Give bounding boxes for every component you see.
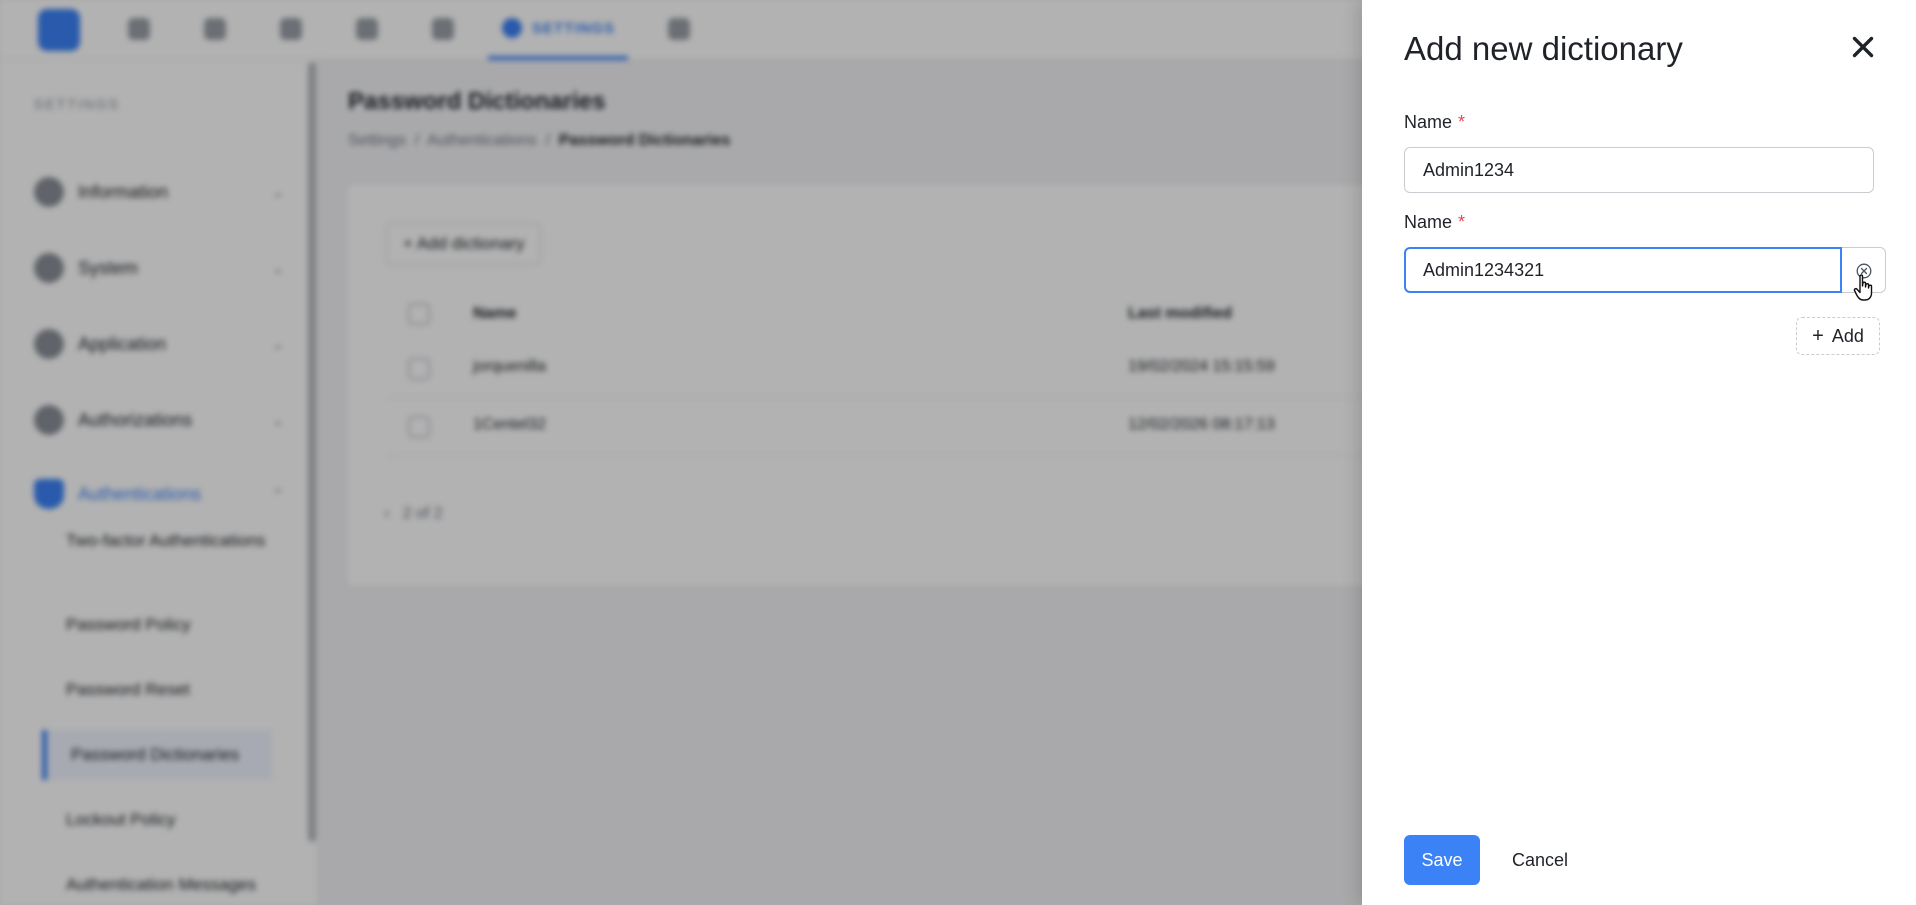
drawer-title: Add new dictionary [1404,30,1683,67]
cancel-button[interactable]: Cancel [1498,835,1582,885]
name-input-2[interactable] [1404,247,1842,293]
add-field-label: Add [1831,325,1864,346]
add-dictionary-drawer: Add new dictionary Name* Name* + Add Sav… [1362,0,1916,905]
name-input-1[interactable] [1404,147,1874,193]
save-button[interactable]: Save [1404,835,1480,885]
required-asterisk: * [1458,112,1466,132]
close-button[interactable] [1846,30,1880,64]
field-label-text: Name [1404,212,1453,232]
add-field-button[interactable]: + Add [1796,317,1880,355]
name-field-label: Name * [1404,212,1465,233]
close-icon [1852,36,1874,58]
required-asterisk: * [1458,212,1466,232]
name-field-label: Name * [1404,112,1465,133]
plus-icon: + [1812,325,1824,347]
field-label-text: Name [1404,112,1453,132]
circle-x-icon [1856,263,1872,279]
remove-field-button[interactable] [1842,247,1886,293]
